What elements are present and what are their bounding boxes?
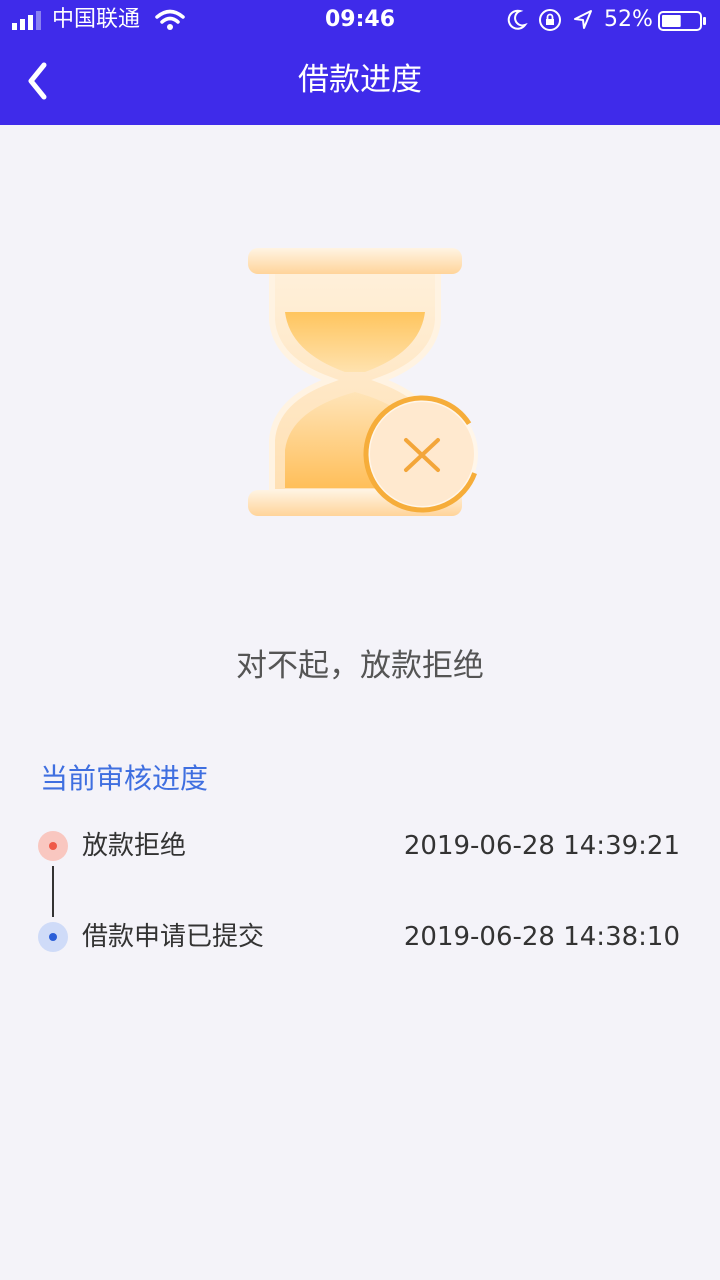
result-message: 对不起，放款拒绝 — [236, 648, 484, 684]
moon-icon — [507, 9, 528, 30]
hourglass-rejected-icon — [248, 248, 481, 516]
progress-item-timestamp: 2019-06-28 14:39:21 — [403, 831, 680, 861]
battery-icon — [658, 11, 706, 31]
page-title: 借款进度 — [298, 62, 422, 98]
status-dot-blue — [38, 922, 68, 952]
status-bar: 中国联通 09:46 52% — [0, 0, 720, 40]
battery-percentage: 52% — [604, 7, 653, 32]
progress-section-title: 当前审核进度 — [40, 762, 209, 795]
header-bar: 中国联通 09:46 52% 借款进度 — [0, 0, 720, 125]
progress-item-timestamp: 2019-06-28 14:38:10 — [403, 922, 680, 952]
progress-item-label: 放款拒绝 — [82, 831, 187, 861]
location-arrow-icon — [574, 10, 592, 29]
orientation-lock-icon — [539, 9, 561, 31]
status-dot-red — [38, 831, 68, 861]
timeline-connector — [52, 866, 54, 917]
progress-item-rejected: 放款拒绝 2019-06-28 14:39:21 — [0, 826, 720, 866]
progress-item-submitted: 借款申请已提交 2019-06-28 14:38:10 — [0, 917, 720, 957]
nav-bar: 借款进度 — [0, 40, 720, 125]
progress-item-label: 借款申请已提交 — [82, 922, 265, 952]
